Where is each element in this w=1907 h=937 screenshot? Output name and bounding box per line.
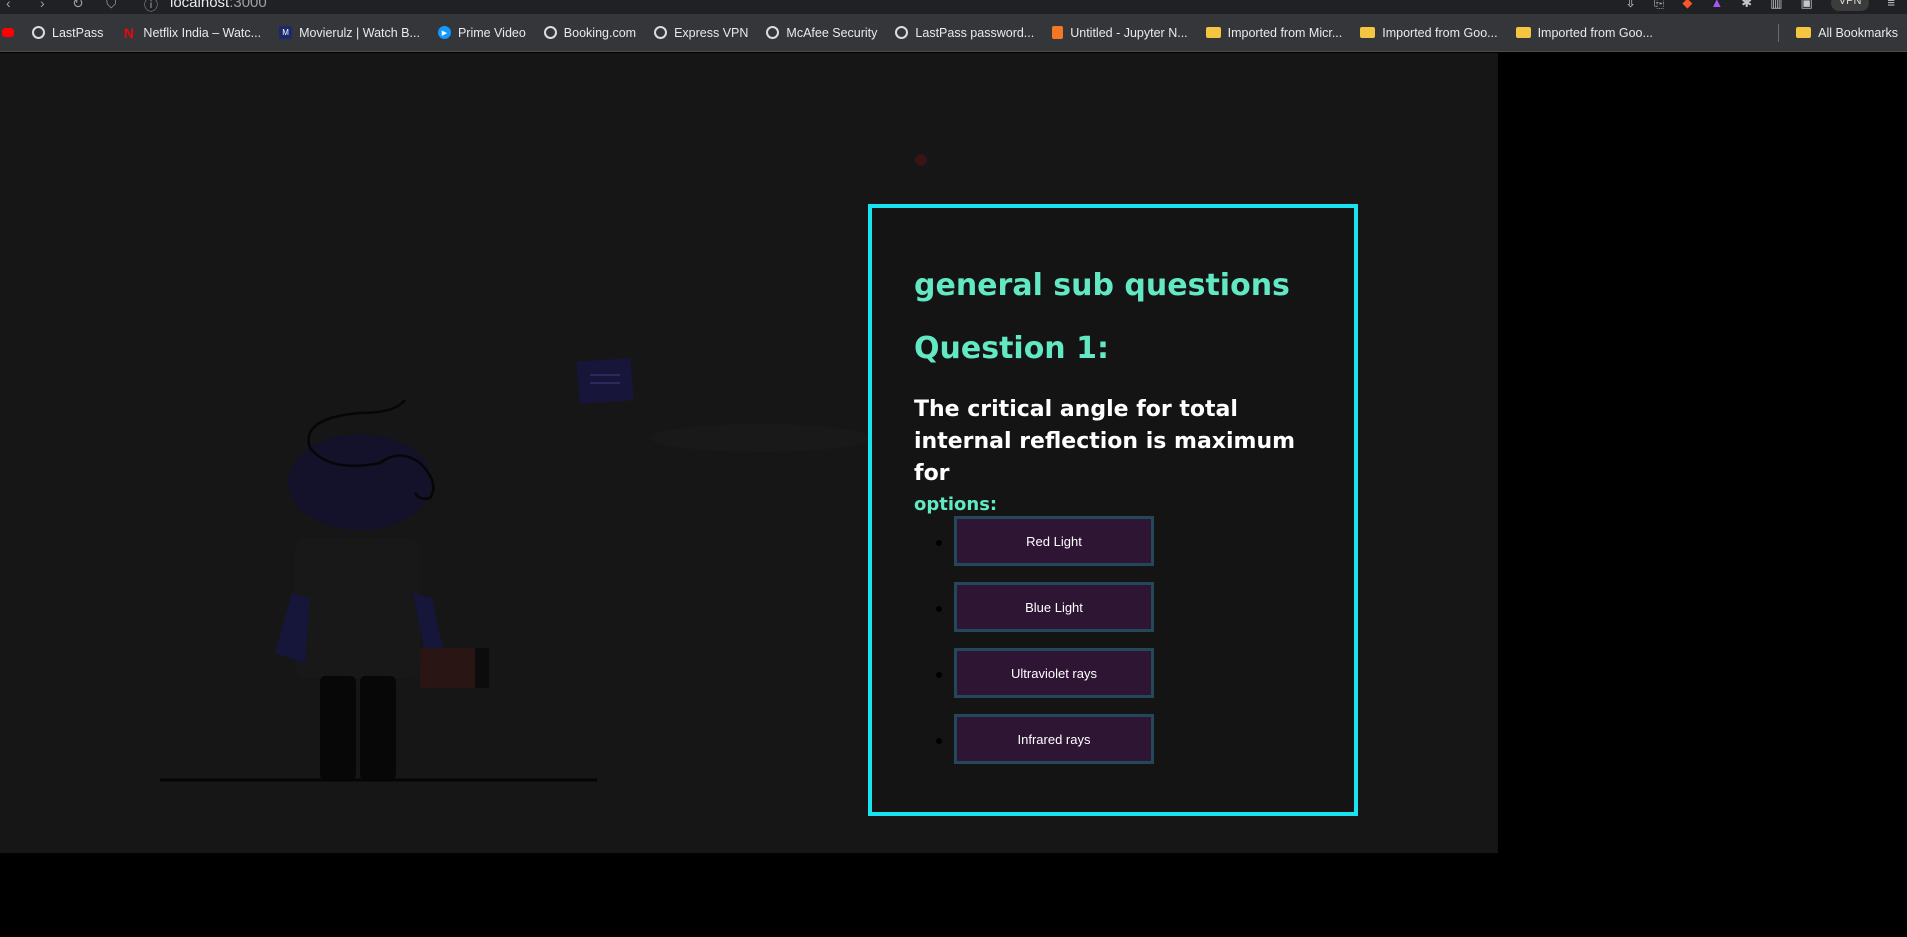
bullet-icon xyxy=(936,540,942,546)
url-host: localhost xyxy=(170,0,230,11)
bookmarks-bar: LastPass N Netflix India – Watc... M Mov… xyxy=(0,14,1907,52)
url-port: :3000 xyxy=(229,0,267,11)
jupyter-icon xyxy=(1052,26,1064,39)
option-button-ultraviolet-rays[interactable]: Ultraviolet rays xyxy=(954,648,1154,698)
person-right-leg xyxy=(360,676,396,780)
web-page: general sub questions Question 1: The cr… xyxy=(0,53,1498,853)
decor-dot xyxy=(915,154,927,166)
prime-video-icon: ▶ xyxy=(437,26,451,39)
quiz-card: general sub questions Question 1: The cr… xyxy=(868,204,1358,816)
question-text: The critical angle for total internal re… xyxy=(914,397,1296,486)
bookmark-label: Express VPN xyxy=(674,25,749,40)
bookmark-label: McAfee Security xyxy=(786,25,878,40)
youtube-icon xyxy=(2,28,14,37)
back-icon[interactable]: ‹ xyxy=(6,0,11,11)
bookmark-label: Imported from Goo... xyxy=(1382,25,1498,40)
reload-icon[interactable]: ↻ xyxy=(72,0,84,12)
bookmark-label: LastPass xyxy=(52,25,104,40)
bookmark-icon[interactable]: ⛉ xyxy=(106,0,117,12)
bookmark-label: Booking.com xyxy=(563,25,637,40)
bookmarks-divider xyxy=(1778,23,1780,42)
movierulz-icon: M xyxy=(279,26,293,39)
bookmark-item[interactable]: McAfee Security xyxy=(757,19,886,47)
bookmark-item[interactable]: Express VPN xyxy=(645,19,757,47)
vpn-button[interactable]: VPN xyxy=(1830,0,1870,11)
empty-viewport-area xyxy=(0,853,1907,937)
quiz-title: general sub questions xyxy=(914,268,1290,303)
bookmark-label: Prime Video xyxy=(457,25,526,40)
bullet-icon xyxy=(936,738,942,744)
globe-icon xyxy=(654,26,668,39)
options-label: options: xyxy=(914,494,998,515)
globe-icon xyxy=(895,26,909,39)
folder-icon xyxy=(1360,27,1376,38)
bookmark-item[interactable]: Booking.com xyxy=(535,19,645,47)
folder-icon xyxy=(1796,27,1812,38)
bookmark-item[interactable]: Untitled - Jupyter N... xyxy=(1043,19,1196,47)
folder-icon xyxy=(1515,27,1531,38)
bullet-icon xyxy=(936,606,942,612)
netflix-icon: N xyxy=(123,24,134,41)
browser-url-bar: ‹ › ↻ ⛉ ⓘ localhost:3000 ⇩ ⎘ ◆ ▲ ✱ ▥ ▣ V… xyxy=(0,0,1907,14)
bookmark-item[interactable]: LastPass xyxy=(23,19,112,47)
wallet-icon[interactable]: ▣ xyxy=(1800,0,1812,11)
menu-icon[interactable]: ≡ xyxy=(1887,0,1895,11)
bookmark-item[interactable]: ▶ Prime Video xyxy=(429,19,535,47)
bookmark-folder[interactable]: Imported from Goo... xyxy=(1507,19,1662,47)
bookmark-folder[interactable]: Imported from Goo... xyxy=(1351,19,1506,47)
install-icon[interactable]: ⇩ xyxy=(1625,0,1636,11)
question-number: Question 1: xyxy=(914,331,1109,366)
bookmark-youtube[interactable] xyxy=(0,19,23,47)
globe-icon xyxy=(543,26,557,39)
bookmark-label: Imported from Goo... xyxy=(1537,25,1653,40)
all-bookmarks-label: All Bookmarks xyxy=(1818,25,1898,40)
person-left-arm xyxy=(275,593,310,663)
decor-shadow xyxy=(650,424,870,452)
bookmark-folder[interactable]: Imported from Micr... xyxy=(1197,19,1352,47)
option-button-red-light[interactable]: Red Light xyxy=(954,516,1154,566)
globe-icon xyxy=(766,26,780,39)
brave-shield-icon[interactable]: ◆ xyxy=(1682,0,1692,11)
option-button-infrared-rays[interactable]: Infrared rays xyxy=(954,714,1154,764)
bookmark-label: Movierulz | Watch B... xyxy=(299,25,420,40)
bookmark-label: Untitled - Jupyter N... xyxy=(1070,25,1188,40)
bullet-icon xyxy=(936,672,942,678)
bookmark-label: LastPass password... xyxy=(915,25,1035,40)
extensions-icon[interactable]: ✱ xyxy=(1741,0,1752,11)
share-icon[interactable]: ⎘ xyxy=(1654,0,1664,11)
globe-icon xyxy=(32,26,45,39)
bookmark-item[interactable]: N Netflix India – Watc... xyxy=(112,19,270,47)
toolbar-icons: ⇩ ⎘ ◆ ▲ ✱ ▥ ▣ VPN ≡ xyxy=(1625,0,1895,11)
folder-icon xyxy=(1205,27,1221,38)
site-info-icon[interactable]: ⓘ xyxy=(144,0,158,14)
bookmark-item[interactable]: LastPass password... xyxy=(886,19,1043,47)
forward-icon[interactable]: › xyxy=(40,0,45,11)
person-left-leg xyxy=(320,676,356,780)
option-button-blue-light[interactable]: Blue Light xyxy=(954,582,1154,632)
all-bookmarks-button[interactable]: All Bookmarks xyxy=(1787,19,1907,47)
address-bar[interactable]: localhost:3000 xyxy=(170,0,267,11)
sidebar-icon[interactable]: ▥ xyxy=(1770,0,1782,11)
person-torso xyxy=(295,538,420,678)
brave-rewards-icon[interactable]: ▲ xyxy=(1710,0,1723,11)
bookmark-label: Netflix India – Watc... xyxy=(143,25,262,40)
bookmark-label: Imported from Micr... xyxy=(1227,25,1343,40)
floating-card xyxy=(576,358,634,404)
bookmark-item[interactable]: M Movierulz | Watch B... xyxy=(270,19,429,47)
